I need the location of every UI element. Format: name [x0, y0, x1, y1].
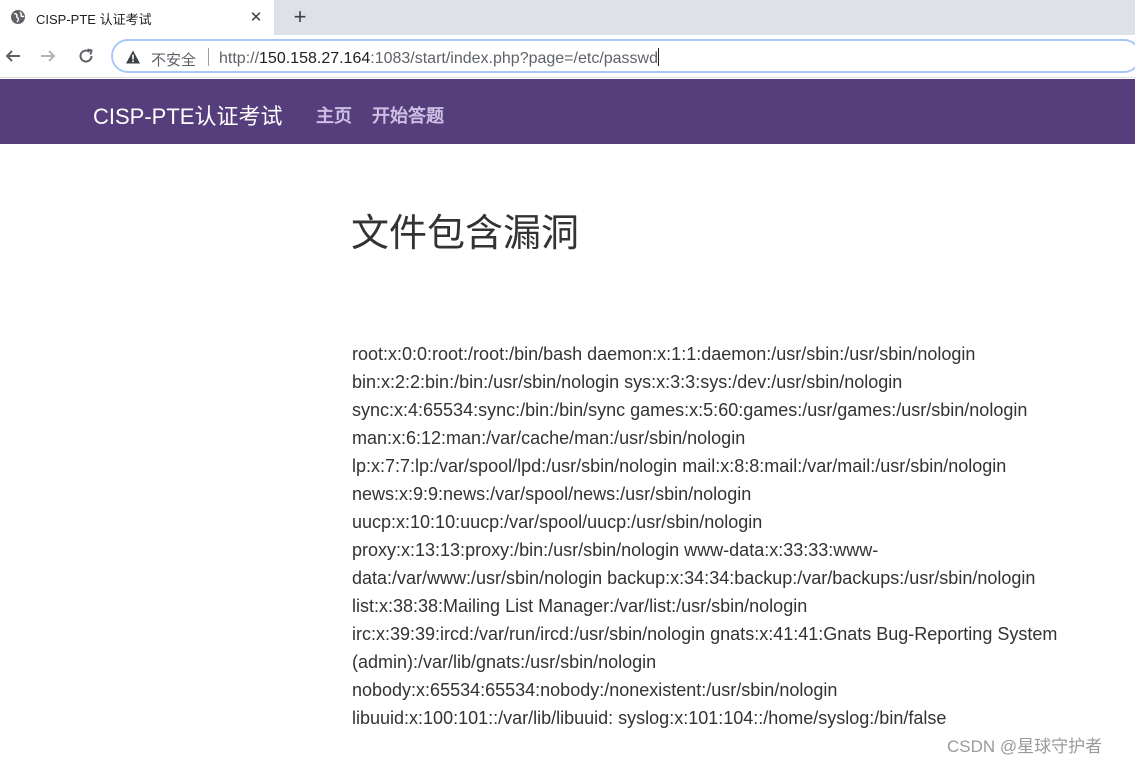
nav-link-home[interactable]: 主页 — [316, 102, 352, 128]
nav-link-start-quiz[interactable]: 开始答题 — [372, 102, 444, 128]
passwd-line: list:x:38:38:Mailing List Manager:/var/l… — [352, 596, 808, 616]
passwd-line: uucp:x:10:10:uucp:/var/spool/uucp:/usr/s… — [352, 512, 763, 532]
site-brand[interactable]: CISP-PTE认证考试 — [93, 99, 282, 131]
back-button[interactable] — [0, 43, 26, 69]
file-contents: root:x:0:0:root:/root:/bin/bash daemon:x… — [352, 340, 1112, 732]
browser-toolbar: 不安全 http://150.158.27.164:1083/start/ind… — [0, 35, 1135, 78]
forward-button[interactable] — [35, 43, 61, 69]
security-label[interactable]: 不安全 — [151, 49, 196, 70]
arrow-left-icon — [5, 50, 20, 62]
passwd-line: data:/var/www:/usr/sbin/nologin backup:x… — [352, 568, 1036, 588]
site-navbar: CISP-PTE认证考试 主页 开始答题 — [0, 79, 1135, 144]
passwd-line: bin:x:2:2:bin:/bin:/usr/sbin/nologin sys… — [352, 372, 903, 392]
address-separator — [208, 48, 209, 66]
passwd-line: news:x:9:9:news:/var/spool/news:/usr/sbi… — [352, 484, 752, 504]
page-title: 文件包含漏洞 — [351, 213, 580, 255]
address-bar[interactable]: 不安全 http://150.158.27.164:1083/start/ind… — [111, 39, 1135, 73]
passwd-line: proxy:x:13:13:proxy:/bin:/usr/sbin/nolog… — [352, 540, 879, 560]
url-text[interactable]: http://150.158.27.164:1083/start/index.p… — [219, 48, 660, 68]
browser-tab-strip: CISP-PTE 认证考试 ✕ + — [0, 0, 1135, 35]
new-tab-button[interactable]: + — [287, 4, 313, 30]
passwd-line: (admin):/var/lib/gnats:/usr/sbin/nologin — [352, 652, 657, 672]
warning-icon[interactable] — [125, 49, 141, 65]
arrow-right-icon — [41, 50, 56, 62]
passwd-line: nobody:x:65534:65534:nobody:/nonexistent… — [352, 680, 838, 700]
passwd-line: irc:x:39:39:ircd:/var/run/ircd:/usr/sbin… — [352, 624, 1058, 644]
passwd-line: root:x:0:0:root:/root:/bin/bash daemon:x… — [352, 344, 976, 364]
passwd-line: man:x:6:12:man:/var/cache/man:/usr/sbin/… — [352, 428, 746, 448]
reload-icon — [79, 48, 93, 63]
globe-icon — [10, 9, 26, 25]
passwd-line: lp:x:7:7:lp:/var/spool/lpd:/usr/sbin/nol… — [352, 456, 1007, 476]
url-path: :1083/start/index.php?page=/etc/passwd — [370, 50, 659, 67]
tab-title: CISP-PTE 认证考试 — [36, 12, 152, 27]
passwd-line: libuuid:x:100:101::/var/lib/libuuid: sys… — [352, 708, 947, 728]
text-caret — [658, 48, 660, 66]
browser-tab[interactable]: CISP-PTE 认证考试 ✕ — [0, 0, 274, 35]
passwd-line: sync:x:4:65534:sync:/bin:/bin/sync games… — [352, 400, 1028, 420]
reload-button[interactable] — [73, 43, 99, 69]
url-scheme: http:// — [219, 50, 260, 67]
watermark: CSDN @星球守护者 — [947, 737, 1103, 756]
close-icon[interactable]: ✕ — [246, 7, 266, 27]
url-host: 150.158.27.164 — [259, 50, 371, 67]
